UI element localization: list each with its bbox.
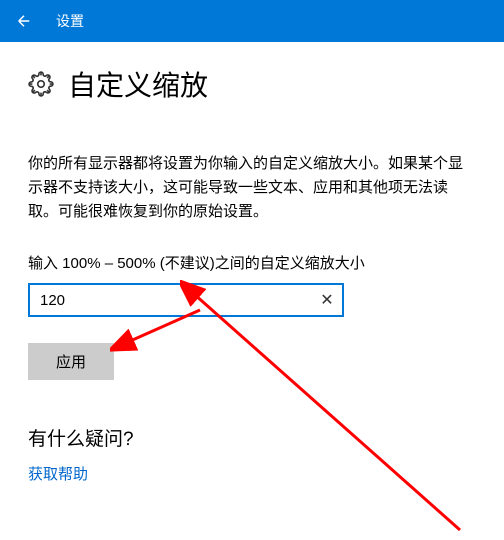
help-link[interactable]: 获取帮助 (28, 463, 476, 484)
close-icon: ✕ (320, 290, 333, 310)
header-title: 设置 (56, 11, 84, 31)
help-section: 有什么疑问? 获取帮助 (28, 424, 476, 484)
input-label: 输入 100% – 500% (不建议)之间的自定义缩放大小 (28, 252, 476, 273)
back-button[interactable] (12, 9, 36, 33)
clear-input-button[interactable]: ✕ (316, 289, 338, 311)
description-text: 你的所有显示器都将设置为你输入的自定义缩放大小。如果某个显示器不支持该大小，这可… (28, 152, 476, 224)
page-title: 自定义缩放 (68, 64, 208, 104)
page-heading-row: 自定义缩放 (28, 64, 476, 104)
back-arrow-icon (15, 12, 33, 30)
header-bar: 设置 (0, 0, 504, 42)
scale-input[interactable] (28, 283, 344, 317)
gear-icon (28, 71, 54, 97)
apply-button[interactable]: 应用 (28, 343, 114, 380)
content-area: 自定义缩放 你的所有显示器都将设置为你输入的自定义缩放大小。如果某个显示器不支持… (0, 42, 504, 506)
scale-input-wrapper: ✕ (28, 283, 344, 317)
help-heading: 有什么疑问? (28, 424, 476, 451)
